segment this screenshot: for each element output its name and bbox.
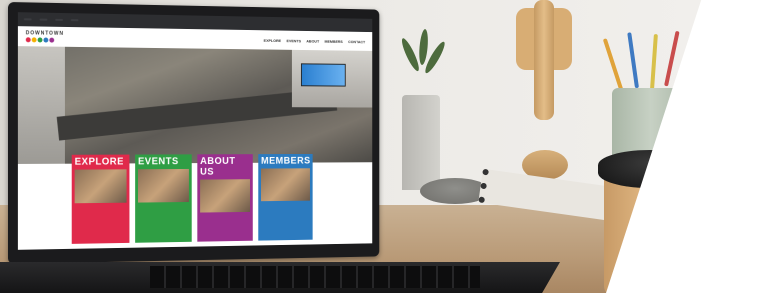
logo-text: DOWNTOWN <box>25 30 64 37</box>
card-title: MEMBERS <box>261 155 311 167</box>
wooden-hand-mannequin <box>512 0 576 180</box>
logo-dot <box>25 37 31 43</box>
mannequin-arm <box>534 0 554 120</box>
logo-dot <box>49 37 55 43</box>
laptop: DOWNTOWN EXPLORE EVENTS ABOUT MEMBERS CO… <box>0 0 560 293</box>
laptop-keyboard <box>150 266 480 288</box>
nav-item-explore[interactable]: EXPLORE <box>264 37 281 42</box>
card-image <box>261 168 310 202</box>
card-explore[interactable]: EXPLORE <box>71 154 130 244</box>
card-title: ABOUT US <box>200 156 236 178</box>
card-members[interactable]: MEMBERS <box>258 153 313 241</box>
card-image <box>138 168 189 203</box>
feature-cards: EXPLORE EVENTS ABOUT US MEMBERS <box>71 153 313 244</box>
card-about-us[interactable]: ABOUT US <box>197 154 253 242</box>
hero-city-photo <box>17 46 373 164</box>
nav-item-about[interactable]: ABOUT <box>306 38 319 43</box>
photo-scene: DOWNTOWN EXPLORE EVENTS ABOUT MEMBERS CO… <box>0 0 766 293</box>
browser-tab[interactable] <box>39 18 48 21</box>
card-title: EVENTS <box>138 156 179 168</box>
card-image <box>74 169 127 204</box>
site-nav: EXPLORE EVENTS ABOUT MEMBERS CONTACT <box>264 37 366 43</box>
hero-billboard <box>300 63 346 87</box>
laptop-lid: DOWNTOWN EXPLORE EVENTS ABOUT MEMBERS CO… <box>8 2 380 264</box>
logo-dots <box>25 37 64 43</box>
card-events[interactable]: EVENTS <box>135 154 192 243</box>
logo-dot <box>43 37 49 43</box>
nav-item-events[interactable]: EVENTS <box>287 38 301 43</box>
laptop-screen: DOWNTOWN EXPLORE EVENTS ABOUT MEMBERS CO… <box>17 12 373 250</box>
logo-dot <box>37 37 43 43</box>
browser-tab[interactable] <box>23 18 32 21</box>
nav-item-contact[interactable]: CONTACT <box>348 39 365 44</box>
browser-tab[interactable] <box>55 18 63 21</box>
nav-item-members[interactable]: MEMBERS <box>325 38 343 43</box>
hero-building <box>17 46 65 164</box>
card-image <box>200 179 251 213</box>
browser-tab[interactable] <box>70 19 79 22</box>
logo-dot <box>31 37 37 43</box>
site-logo[interactable]: DOWNTOWN <box>25 30 64 43</box>
card-title: EXPLORE <box>74 156 124 168</box>
